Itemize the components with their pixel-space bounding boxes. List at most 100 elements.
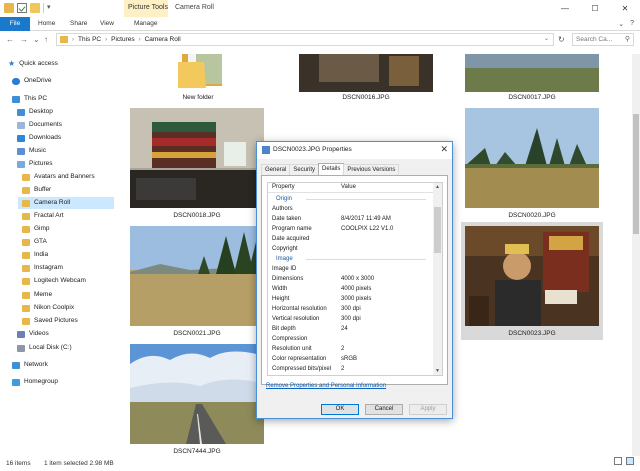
property-list[interactable]: Property Value Origin Authors Date taken 8/… bbox=[267, 182, 443, 376]
property-value[interactable]: sRGB bbox=[341, 355, 357, 364]
property-value[interactable]: 2 bbox=[341, 345, 344, 354]
nav-item-this-pc[interactable]: This PC bbox=[12, 93, 112, 105]
properties-check-icon[interactable] bbox=[17, 3, 27, 13]
property-value[interactable]: 4000 pixels bbox=[341, 285, 371, 294]
nav-item-fractal-art[interactable]: Fractal Art bbox=[22, 210, 112, 222]
help-icon[interactable]: ? bbox=[630, 20, 634, 28]
minimize-button[interactable]: — bbox=[550, 0, 580, 17]
nav-item-documents[interactable]: Documents bbox=[17, 119, 112, 131]
nav-item-gta[interactable]: GTA bbox=[22, 236, 112, 248]
property-section-header[interactable]: Origin bbox=[268, 195, 434, 204]
nav-item-buffer[interactable]: Buffer bbox=[22, 184, 112, 196]
nav-item-network[interactable]: Network bbox=[12, 359, 112, 371]
nav-item-saved-pictures[interactable]: Saved Pictures bbox=[22, 315, 112, 327]
property-value[interactable]: 24 bbox=[341, 325, 348, 334]
property-value[interactable]: 300 dpi bbox=[341, 305, 361, 314]
nav-item-meme[interactable]: Meme bbox=[22, 289, 112, 301]
file-item-new-folder[interactable]: New folder bbox=[148, 54, 248, 104]
nav-item-videos[interactable]: Videos bbox=[17, 328, 112, 340]
column-header-property[interactable]: Property bbox=[272, 184, 295, 190]
new-folder-icon[interactable] bbox=[30, 3, 40, 13]
property-row[interactable]: Width 4000 pixels bbox=[268, 285, 434, 294]
nav-item-india[interactable]: India bbox=[22, 249, 112, 261]
breadcrumb-this-pc[interactable]: This PC bbox=[78, 36, 101, 43]
nav-item-onedrive[interactable]: OneDrive bbox=[12, 75, 112, 87]
property-row[interactable]: Compression bbox=[268, 335, 434, 344]
nav-item-pictures[interactable]: Pictures bbox=[17, 158, 112, 170]
property-row[interactable]: Program name COOLPIX L22 V1.0 bbox=[268, 225, 434, 234]
details-view-icon[interactable] bbox=[614, 457, 622, 465]
property-row[interactable]: Color representation sRGB bbox=[268, 355, 434, 364]
nav-item-quick-access[interactable]: ★ Quick access bbox=[8, 58, 108, 70]
nav-item-homegroup[interactable]: Homegroup bbox=[12, 376, 112, 388]
tab-previous-versions[interactable]: Previous Versions bbox=[343, 164, 400, 175]
file-item-dscn0017[interactable]: DSCN0017.JPG bbox=[465, 54, 599, 104]
column-header-value[interactable]: Value bbox=[341, 184, 356, 190]
tab-details[interactable]: Details bbox=[318, 163, 345, 175]
breadcrumb-chevron-icon[interactable]: › bbox=[72, 37, 74, 43]
property-value[interactable]: 2 bbox=[341, 365, 344, 374]
property-value[interactable]: 3000 pixels bbox=[341, 295, 371, 304]
property-row[interactable]: Vertical resolution 300 dpi bbox=[268, 315, 434, 324]
property-value[interactable]: 8/4/2017 11:49 AM bbox=[341, 215, 391, 224]
refresh-icon[interactable]: ↻ bbox=[558, 35, 565, 44]
search-input[interactable]: Search Ca... ⚲ bbox=[572, 33, 634, 46]
nav-item-instagram[interactable]: Instagram bbox=[22, 262, 112, 274]
property-row[interactable]: Date acquired bbox=[268, 235, 434, 244]
property-list-scrollbar[interactable]: ▲ ▼ bbox=[433, 183, 442, 375]
scroll-down-arrow-icon[interactable]: ▼ bbox=[435, 368, 440, 374]
tab-security[interactable]: Security bbox=[289, 164, 320, 175]
back-arrow-icon[interactable]: ← bbox=[6, 35, 14, 44]
nav-item-gimp[interactable]: Gimp bbox=[22, 223, 112, 235]
file-item-dscn7444[interactable]: DSCN7444.JPG bbox=[130, 344, 264, 456]
apply-button[interactable]: Apply bbox=[409, 404, 447, 415]
breadcrumb-chevron-icon[interactable]: › bbox=[139, 37, 141, 43]
file-item-dscn0020[interactable]: DSCN0020.JPG bbox=[465, 108, 599, 220]
tab-file[interactable]: File bbox=[0, 17, 30, 31]
property-row[interactable]: Date taken 8/4/2017 11:49 AM bbox=[268, 215, 434, 224]
nav-item-nikon-coolpix[interactable]: Nikon Coolpix bbox=[22, 302, 112, 314]
property-row[interactable]: Compressed bits/pixel 2 bbox=[268, 365, 434, 374]
file-item-dscn0023[interactable]: DSCN0023.JPG bbox=[461, 222, 603, 340]
address-bar[interactable]: › This PC › Pictures › Camera Roll ⌄ bbox=[56, 33, 554, 46]
property-row[interactable]: Copyright bbox=[268, 245, 434, 254]
dialog-close-icon[interactable]: ✕ bbox=[440, 144, 448, 155]
property-row[interactable]: Resolution unit 2 bbox=[268, 345, 434, 354]
property-row[interactable]: Dimensions 4000 x 3000 bbox=[268, 275, 434, 284]
nav-item-downloads[interactable]: Downloads bbox=[17, 132, 112, 144]
file-item-dscn0018[interactable]: DSCN0018.JPG bbox=[130, 108, 264, 220]
breadcrumb-camera-roll[interactable]: Camera Roll bbox=[145, 36, 181, 43]
recent-locations-chevron-icon[interactable]: ⌄ bbox=[33, 35, 40, 44]
up-arrow-icon[interactable]: ↑ bbox=[44, 35, 48, 44]
folder-icon[interactable] bbox=[4, 3, 14, 13]
content-scrollbar[interactable] bbox=[632, 54, 640, 456]
nav-item-camera-roll[interactable]: Camera Roll bbox=[18, 197, 114, 209]
tab-view[interactable]: View bbox=[96, 17, 118, 31]
property-row[interactable]: Horizontal resolution 300 dpi bbox=[268, 305, 434, 314]
property-row[interactable]: Bit depth 24 bbox=[268, 325, 434, 334]
property-value[interactable]: 4000 x 3000 bbox=[341, 275, 374, 284]
remove-properties-link[interactable]: Remove Properties and Personal Informati… bbox=[266, 383, 386, 389]
maximize-button[interactable]: ☐ bbox=[580, 0, 610, 17]
scroll-up-arrow-icon[interactable]: ▲ bbox=[435, 184, 440, 190]
tab-manage[interactable]: Manage bbox=[130, 17, 162, 31]
property-row[interactable]: Height 3000 pixels bbox=[268, 295, 434, 304]
forward-arrow-icon[interactable]: → bbox=[20, 35, 28, 44]
nav-item-local-disk[interactable]: Local Disk (C:) bbox=[17, 342, 112, 354]
scrollbar-thumb[interactable] bbox=[434, 207, 441, 253]
expand-ribbon-chevron-icon[interactable]: ⌄ bbox=[618, 20, 624, 28]
breadcrumb-chevron-icon[interactable]: › bbox=[105, 37, 107, 43]
nav-item-logitech-webcam[interactable]: Logitech Webcam bbox=[22, 275, 112, 287]
close-button[interactable]: ✕ bbox=[610, 0, 640, 17]
breadcrumb-pictures[interactable]: Pictures bbox=[111, 36, 134, 43]
nav-item-desktop[interactable]: Desktop bbox=[17, 106, 112, 118]
property-section-header[interactable]: Image bbox=[268, 255, 434, 264]
address-dropdown-chevron-icon[interactable]: ⌄ bbox=[544, 35, 549, 42]
nav-item-avatars-and-banners[interactable]: Avatars and Banners bbox=[22, 171, 112, 183]
scrollbar-thumb[interactable] bbox=[633, 114, 639, 234]
tab-share[interactable]: Share bbox=[66, 17, 91, 31]
property-value[interactable]: COOLPIX L22 V1.0 bbox=[341, 225, 393, 234]
tab-general[interactable]: General bbox=[261, 164, 291, 175]
nav-item-music[interactable]: Music bbox=[17, 145, 112, 157]
file-item-dscn0021[interactable]: DSCN0021.JPG bbox=[130, 226, 264, 338]
